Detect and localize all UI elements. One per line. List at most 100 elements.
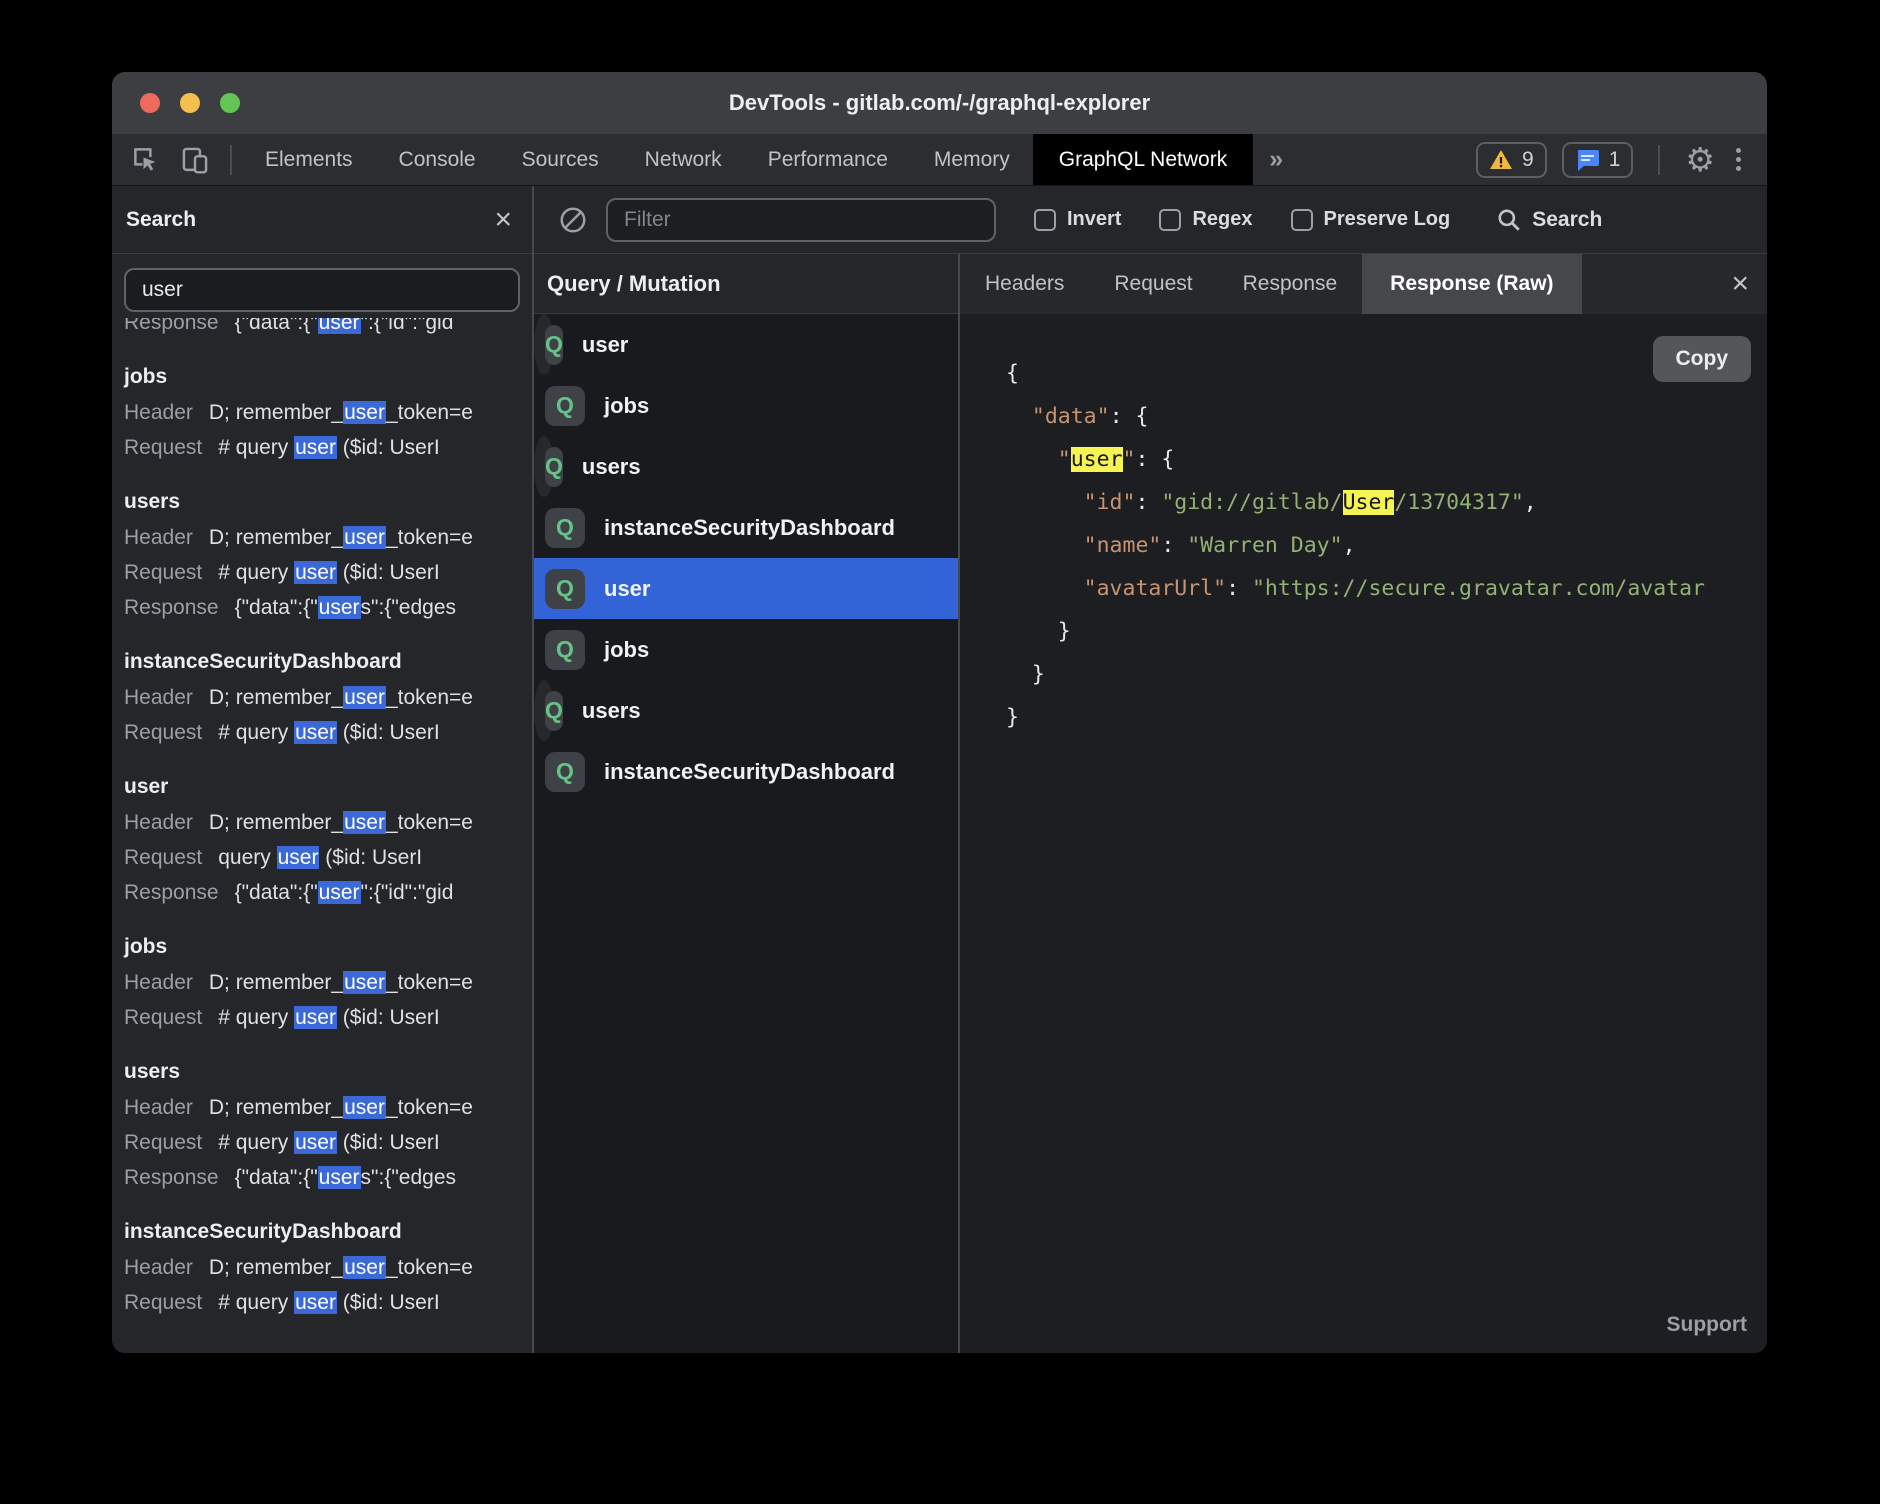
search-result-line[interactable]: Requestquery user ($id: UserI (124, 840, 532, 875)
search-result-line[interactable]: Request# query user ($id: UserI (124, 1000, 532, 1035)
search-panel-header: Search × (112, 186, 532, 254)
more-tabs-chevron-icon[interactable]: » (1253, 134, 1299, 185)
panes: Query / Mutation QuserQjobsQusersQinstan… (534, 254, 1767, 1353)
response-json-line: "id": "gid://gitlab/User/13704317", (1006, 481, 1767, 524)
search-query-input[interactable] (124, 268, 520, 312)
search-result-line[interactable]: Request# query user ($id: UserI (124, 430, 532, 465)
checkbox-label: Regex (1192, 208, 1252, 231)
clear-icon[interactable] (558, 205, 588, 235)
issues-badge[interactable]: 1 (1562, 142, 1634, 178)
search-result-line[interactable]: Response{"data":{"users":{"edges (124, 1160, 532, 1195)
search-result-title[interactable]: user (124, 769, 532, 805)
search-result-line[interactable]: HeaderD; remember_user_token=e (124, 1090, 532, 1125)
search-result-line-value: {"data":{"users":{"edges (235, 596, 456, 619)
match-highlight: user (343, 971, 386, 994)
tab-response-raw[interactable]: Response (Raw) (1362, 254, 1581, 314)
warning-icon (1489, 149, 1513, 171)
match-highlight: user (294, 436, 337, 459)
match-highlight: user (277, 846, 320, 869)
support-link[interactable]: Support (1667, 1313, 1747, 1337)
query-list-item-jobs[interactable]: Qjobs (534, 375, 958, 436)
search-result-section: usersHeaderD; remember_user_token=eReque… (124, 484, 532, 625)
tab-request[interactable]: Request (1089, 254, 1217, 314)
search-result-line-value: {"data":{"user":{"id":"gid (235, 318, 454, 334)
search-result-line-label: Header (124, 686, 193, 709)
tab-performance[interactable]: Performance (745, 134, 911, 185)
tab-elements[interactable]: Elements (242, 134, 376, 185)
search-result-line[interactable]: HeaderD; remember_user_token=e (124, 1250, 532, 1285)
tab-memory[interactable]: Memory (911, 134, 1033, 185)
search-result-line-label: Request (124, 1291, 202, 1314)
settings-gear-icon[interactable]: ⚙ (1685, 143, 1715, 176)
query-list-item-instanceSecurityDashboard[interactable]: QinstanceSecurityDashboard (534, 741, 958, 802)
search-result-line[interactable]: HeaderD; remember_user_token=e (124, 520, 532, 555)
search-result-line[interactable]: HeaderD; remember_user_token=e (124, 965, 532, 1000)
match-highlight: user (343, 686, 386, 709)
response-json-line: } (1006, 610, 1767, 653)
search-result-line[interactable]: Request# query user ($id: UserI (124, 1125, 532, 1160)
tab-network[interactable]: Network (622, 134, 745, 185)
tab-response[interactable]: Response (1218, 254, 1363, 314)
query-badge: Q (545, 569, 585, 609)
query-list-item-user[interactable]: Quser (534, 558, 958, 619)
search-result-line[interactable]: Request# query user ($id: UserI (124, 555, 532, 590)
search-result-section: jobsHeaderD; remember_user_token=eReques… (124, 359, 532, 465)
checkbox-invert[interactable]: Invert (1034, 208, 1121, 231)
tab-graphql-network[interactable]: GraphQL Network (1033, 134, 1253, 185)
search-result-line[interactable]: HeaderD; remember_user_token=e (124, 395, 532, 430)
query-list-item-instanceSecurityDashboard[interactable]: QinstanceSecurityDashboard (534, 497, 958, 558)
search-result-line[interactable]: Response{"data":{"user":{"id":"gid (124, 318, 532, 340)
search-result-clipped-line[interactable]: Response{"data":{"user":{"id":"gid (124, 318, 532, 340)
tab-console[interactable]: Console (376, 134, 499, 185)
filter-input[interactable] (606, 198, 996, 242)
query-list-item-jobs[interactable]: Qjobs (534, 619, 958, 680)
inspect-element-icon[interactable] (122, 134, 170, 185)
query-mutation-title: Query / Mutation (547, 271, 721, 297)
query-list-item-user[interactable]: Quser (534, 314, 554, 375)
device-toolbar-icon[interactable] (170, 134, 220, 185)
warnings-badge[interactable]: 9 (1476, 142, 1547, 178)
response-json-line: "user": { (1006, 438, 1767, 481)
filter-bar: Invert Regex Preserve Log Search (534, 186, 1767, 254)
filter-search-label: Search (1532, 208, 1602, 232)
detail-close-icon[interactable]: × (1731, 254, 1767, 314)
match-highlight: user (318, 881, 361, 904)
search-result-line-label: Header (124, 971, 193, 994)
minimize-window-button[interactable] (180, 93, 200, 113)
search-result-title[interactable]: instanceSecurityDashboard (124, 644, 532, 680)
search-result-title[interactable]: jobs (124, 359, 532, 395)
devtools-toolbar: ElementsConsoleSourcesNetworkPerformance… (112, 134, 1767, 186)
search-result-line-label: Header (124, 1256, 193, 1279)
search-result-line[interactable]: HeaderD; remember_user_token=e (124, 805, 532, 840)
search-result-line[interactable]: Request# query user ($id: UserI (124, 1285, 532, 1320)
search-result-title[interactable]: users (124, 1054, 532, 1090)
search-result-line-value: {"data":{"users":{"edges (235, 1166, 456, 1189)
query-badge: Q (545, 447, 563, 487)
search-result-line-label: Request (124, 1131, 202, 1154)
more-options-icon[interactable] (1730, 148, 1747, 171)
response-json-line: { (1006, 352, 1767, 395)
match-highlight: user (343, 526, 386, 549)
filter-search-toggle[interactable]: Search (1496, 207, 1602, 233)
query-list-item-users[interactable]: Qusers (534, 680, 554, 741)
query-badge: Q (545, 386, 585, 426)
tab-headers[interactable]: Headers (960, 254, 1089, 314)
zoom-window-button[interactable] (220, 93, 240, 113)
checkbox-regex[interactable]: Regex (1159, 208, 1252, 231)
close-window-button[interactable] (140, 93, 160, 113)
checkbox-preserve-log[interactable]: Preserve Log (1291, 208, 1451, 231)
match-highlight: user (343, 401, 386, 424)
tab-sources[interactable]: Sources (499, 134, 622, 185)
search-result-line[interactable]: Response{"data":{"user":{"id":"gid (124, 875, 532, 910)
traffic-lights (140, 72, 240, 134)
search-result-title[interactable]: jobs (124, 929, 532, 965)
search-result-title[interactable]: instanceSecurityDashboard (124, 1214, 532, 1250)
search-result-title[interactable]: users (124, 484, 532, 520)
search-result-line[interactable]: HeaderD; remember_user_token=e (124, 680, 532, 715)
match-highlight: user (318, 318, 361, 334)
issues-count: 1 (1609, 148, 1621, 172)
query-list-item-users[interactable]: Qusers (534, 436, 554, 497)
search-result-line[interactable]: Response{"data":{"users":{"edges (124, 590, 532, 625)
search-result-line[interactable]: Request# query user ($id: UserI (124, 715, 532, 750)
search-close-icon[interactable]: × (494, 205, 512, 235)
